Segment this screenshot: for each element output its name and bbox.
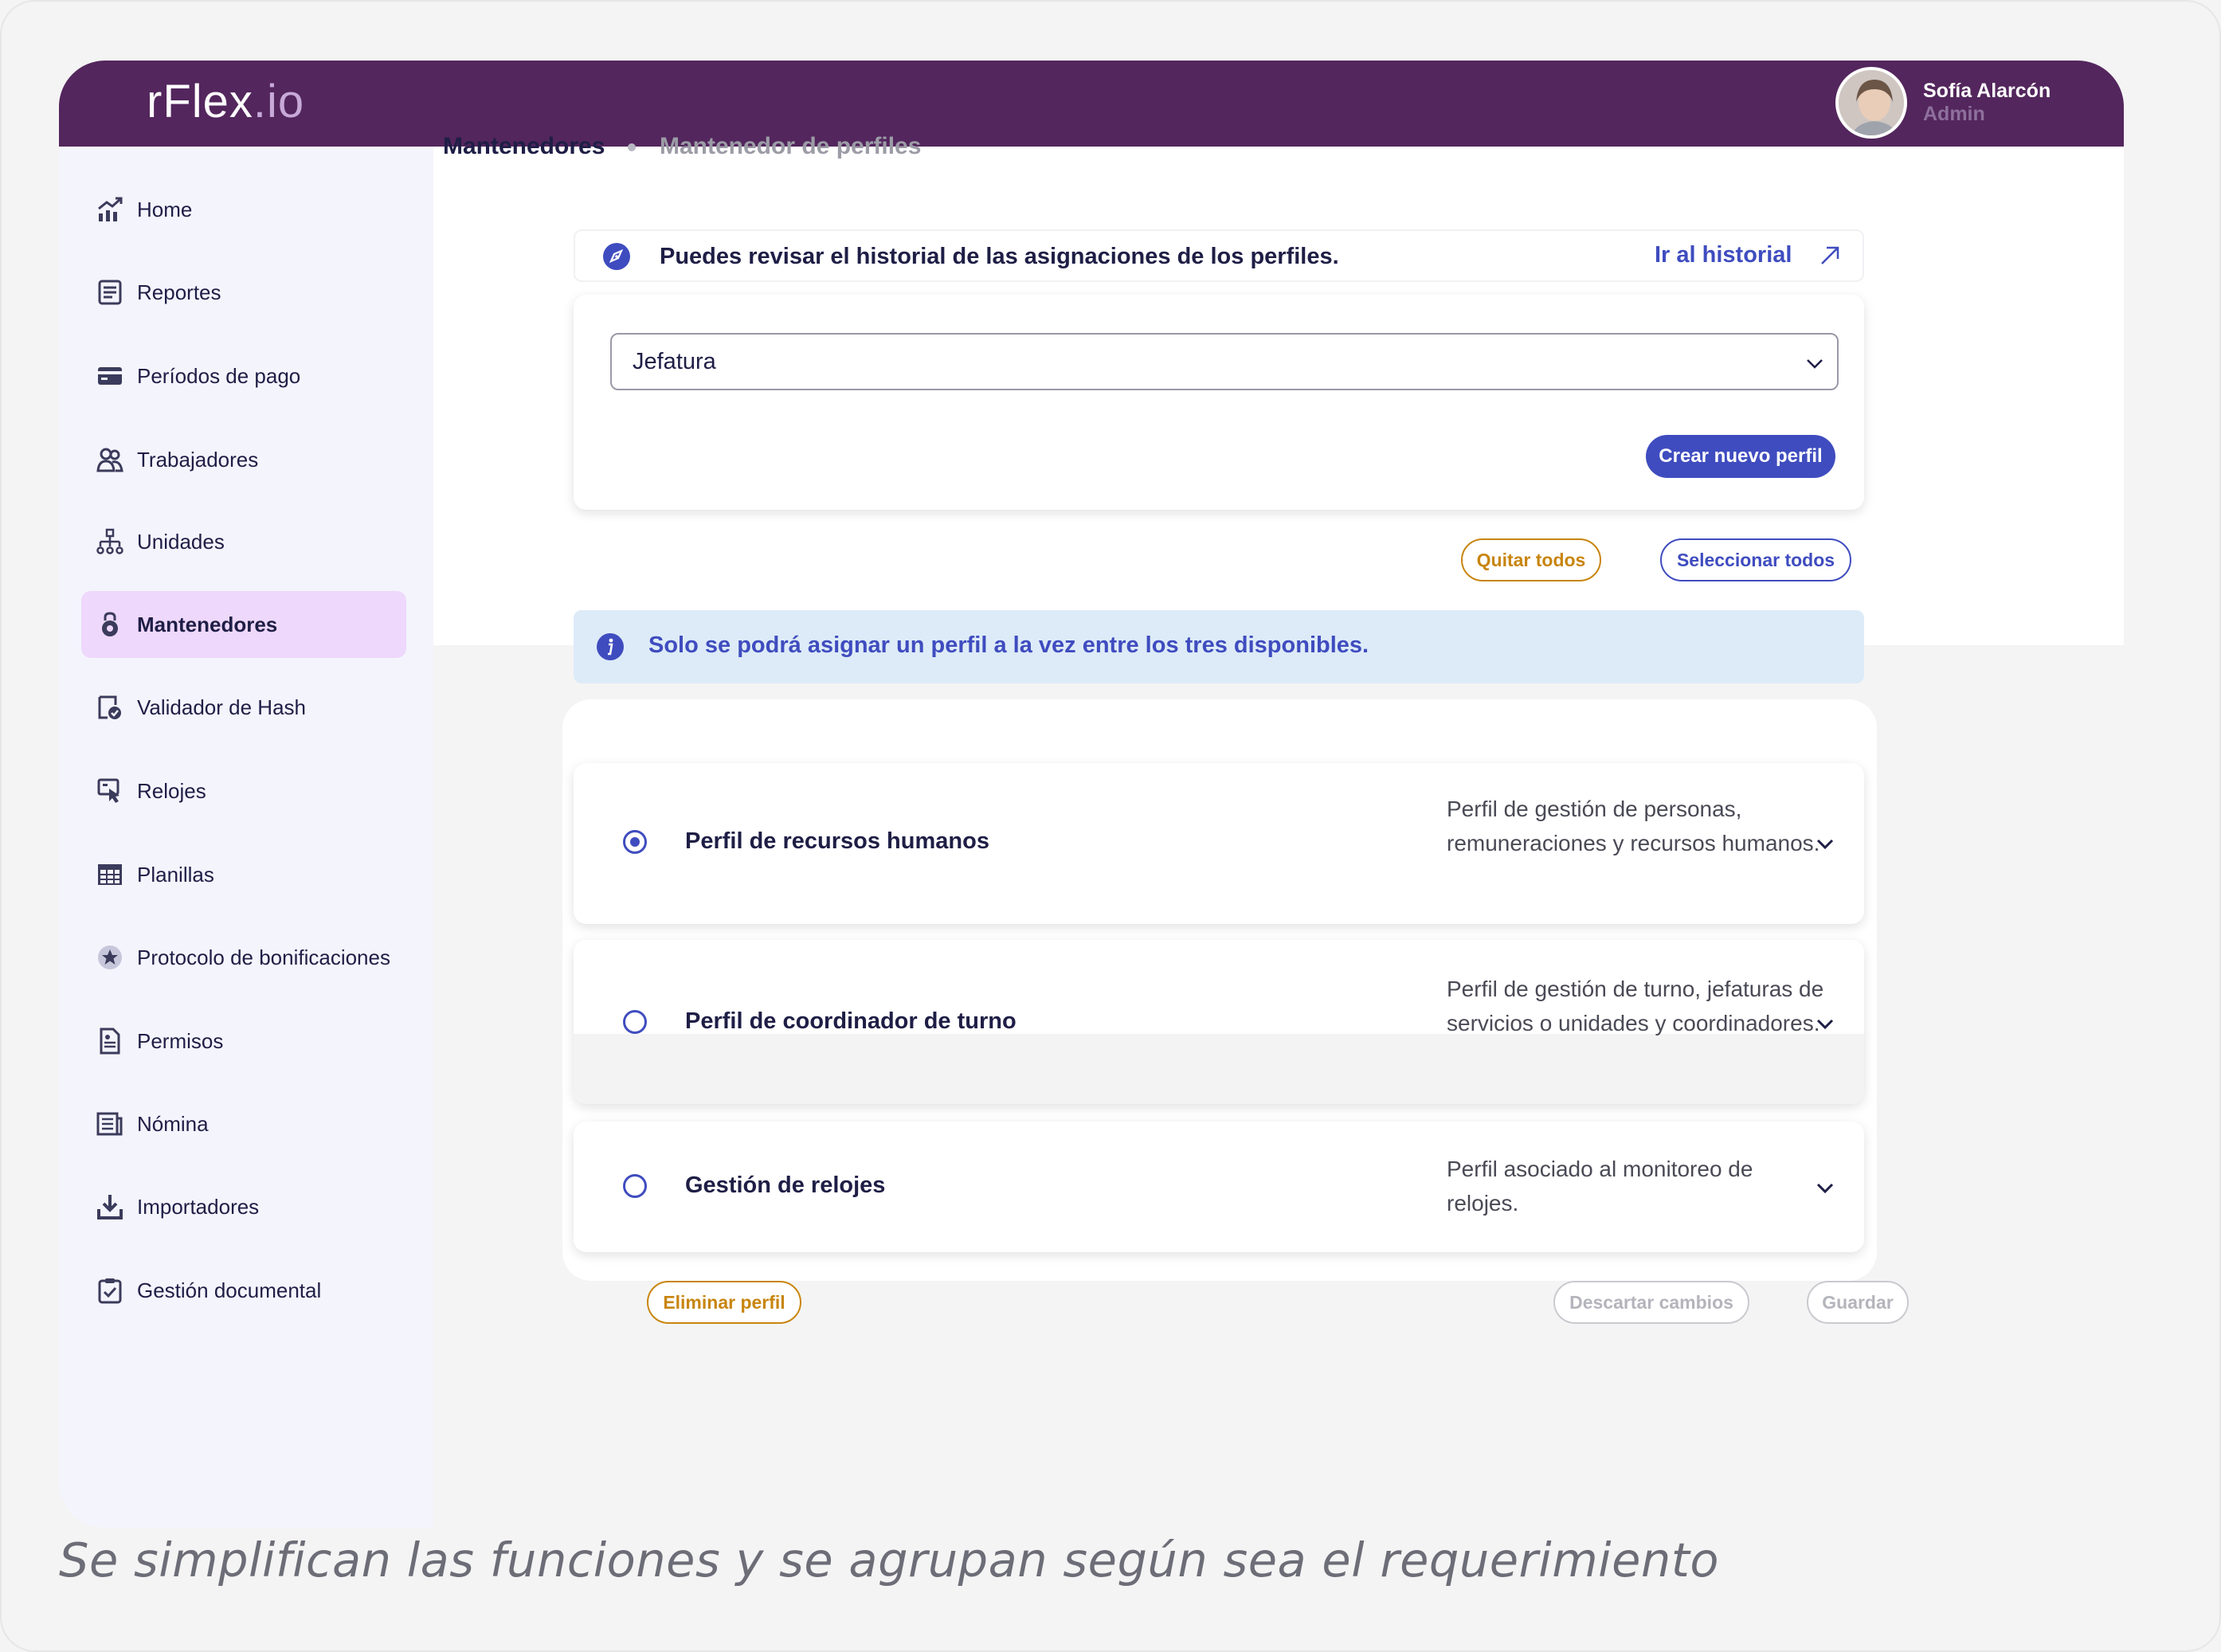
top-bar: rFlex.io Sofía Alarcón Admin <box>59 61 2124 147</box>
clock-device-icon <box>92 773 127 808</box>
sidebar-item-label: Mantenedores <box>137 613 278 636</box>
sidebar-item-label: Trabajadores <box>137 448 259 472</box>
sidebar-item-importadores[interactable]: Importadores <box>81 1188 406 1225</box>
hash-validator-icon <box>92 690 127 725</box>
sidebar-item-mantenedores[interactable]: Mantenedores <box>81 591 406 658</box>
profile-card[interactable]: Perfil de coordinador de turno Perfil de… <box>574 940 1864 1104</box>
sidebar-item-label: Planillas <box>137 863 214 887</box>
chevron-down-icon[interactable] <box>1813 832 1837 855</box>
profile-description: Perfil asociado al monitoreo de relojes. <box>1447 1157 1753 1216</box>
save-button[interactable]: Guardar <box>1807 1281 1909 1324</box>
sidebar-item-label: Home <box>137 198 193 221</box>
caption: Se simplifican las funciones y se agrupa… <box>59 1533 1719 1587</box>
sidebar-item-label: Permisos <box>137 1029 224 1053</box>
clipboard-check-icon <box>92 1273 127 1308</box>
sidebar-item-relojes[interactable]: Relojes <box>81 773 406 809</box>
import-icon <box>92 1189 127 1224</box>
sidebar-item-label: Gestión documental <box>137 1278 322 1302</box>
chevron-down-icon[interactable] <box>1813 1012 1837 1035</box>
user-name: Sofía Alarcón <box>1923 80 2051 102</box>
logo[interactable]: rFlex.io <box>147 75 304 128</box>
create-profile-button[interactable]: Crear nuevo perfil <box>1646 435 1835 478</box>
profile-card[interactable]: Perfil de recursos humanos Perfil de ges… <box>574 763 1864 924</box>
sidebar-item-trabajadores[interactable]: Trabajadores <box>81 441 406 478</box>
sidebar-item-gestion-documental[interactable]: Gestión documental <box>81 1257 406 1324</box>
sidebar-item-label: Reportes <box>137 280 221 304</box>
info-text: Solo se podrá asignar un perfil a la vez… <box>648 632 1369 658</box>
report-icon <box>92 275 127 310</box>
history-notice: Puedes revisar el historial de las asign… <box>574 229 1864 282</box>
sidebar-item-label: Relojes <box>137 779 206 803</box>
external-arrow-icon[interactable] <box>1818 244 1842 268</box>
breadcrumb-current: Mantenedor de perfiles <box>660 133 922 159</box>
payment-card-icon <box>92 358 127 393</box>
remove-all-button[interactable]: Quitar todos <box>1461 538 1601 581</box>
sidebar-item-label: Nómina <box>137 1112 209 1136</box>
profile-description: Perfil de gestión de personas, remunerac… <box>1447 797 1820 855</box>
sidebar-item-label: Períodos de pago <box>137 364 301 388</box>
sidebar-item-protocolo[interactable]: Protocolo de bonificaciones <box>81 924 406 991</box>
profile-radio[interactable] <box>623 1174 647 1198</box>
logo-main: rFlex <box>147 76 253 127</box>
info-banner: Solo se podrá asignar un perfil a la vez… <box>574 610 1864 683</box>
sidebar-item-nomina[interactable]: Nómina <box>81 1106 406 1142</box>
profile-dropdown-value: Jefatura <box>633 349 716 374</box>
profile-title: Perfil de coordinador de turno <box>685 1008 1016 1034</box>
permit-document-icon <box>92 1024 127 1059</box>
sidebar-item-home[interactable]: Home <box>81 191 406 228</box>
org-tree-icon <box>92 524 127 559</box>
sidebar-item-validador[interactable]: Validador de Hash <box>81 674 406 741</box>
history-compass-icon <box>602 242 631 271</box>
sidebar-item-planillas[interactable]: Planillas <box>81 856 406 893</box>
sidebar-item-label: Importadores <box>137 1195 260 1219</box>
workers-icon <box>92 442 127 477</box>
breadcrumb-separator <box>628 143 636 151</box>
spreadsheet-icon <box>92 857 127 892</box>
chevron-down-icon <box>1804 352 1826 374</box>
sidebar-item-permisos[interactable]: Permisos <box>81 1023 406 1059</box>
select-all-button[interactable]: Seleccionar todos <box>1660 538 1851 581</box>
breadcrumb-root[interactable]: Mantenedores <box>443 133 605 160</box>
star-badge-icon <box>92 940 127 975</box>
profile-dropdown[interactable]: Jefatura <box>610 333 1839 390</box>
profile-title: Gestión de relojes <box>685 1172 886 1198</box>
profile-select-card: Jefatura Crear nuevo perfil <box>574 295 1864 510</box>
profile-radio[interactable] <box>623 1010 647 1034</box>
history-text: Puedes revisar el historial de las asign… <box>660 244 1339 269</box>
logo-suffix: .io <box>253 76 305 127</box>
sidebar-item-label: Validador de Hash <box>137 695 306 719</box>
sidebar-item-label: Protocolo de bonificaciones <box>137 945 390 969</box>
gear-lock-icon <box>92 607 127 642</box>
sidebar-item-periodos[interactable]: Períodos de pago <box>81 343 406 409</box>
chevron-down-icon[interactable] <box>1813 1176 1837 1200</box>
delete-profile-button[interactable]: Eliminar perfil <box>647 1281 801 1324</box>
profile-title: Perfil de recursos humanos <box>685 828 989 854</box>
user-role: Admin <box>1923 103 1985 125</box>
profile-radio[interactable] <box>623 830 647 854</box>
history-link[interactable]: Ir al historial <box>1655 242 1792 268</box>
sidebar-item-reportes[interactable]: Reportes <box>81 274 406 311</box>
discard-changes-button[interactable]: Descartar cambios <box>1553 1281 1749 1324</box>
payroll-icon <box>92 1106 127 1141</box>
sidebar-item-unidades[interactable]: Unidades <box>81 523 406 560</box>
profile-card[interactable]: Gestión de relojes Perfil asociado al mo… <box>574 1122 1864 1252</box>
profile-description: Perfil de gestión de turno, jefaturas de… <box>1447 977 1824 1035</box>
info-icon <box>596 632 625 661</box>
chart-trend-icon <box>92 192 127 227</box>
sidebar-item-label: Unidades <box>137 530 225 554</box>
avatar[interactable] <box>1835 67 1907 139</box>
